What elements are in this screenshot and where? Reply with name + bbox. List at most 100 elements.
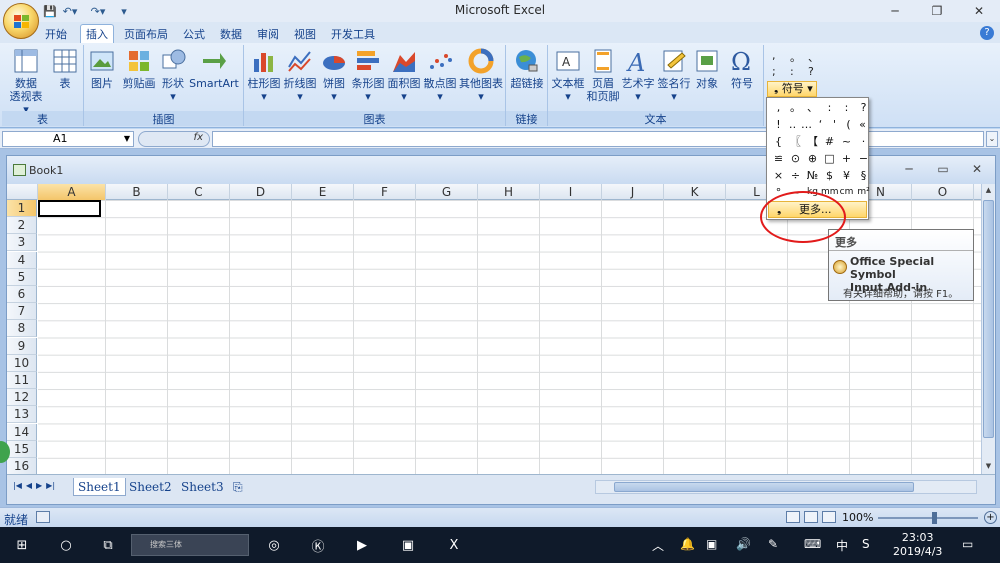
symbol-cell[interactable]: × xyxy=(770,167,787,184)
row-header-10[interactable]: 10 xyxy=(7,354,37,372)
symbol-cell[interactable]: ⊕ xyxy=(804,150,821,167)
column-header-J[interactable]: J xyxy=(602,184,664,200)
sheet-tab-1[interactable]: Sheet1 xyxy=(73,478,126,496)
symbol-cell[interactable]: − xyxy=(855,150,872,167)
sogou-icon[interactable]: S xyxy=(862,537,870,551)
camera-icon[interactable]: ▣ xyxy=(706,537,717,551)
symbol-cell[interactable]: § xyxy=(855,167,872,184)
column-header-I[interactable]: I xyxy=(540,184,602,200)
symbol-cell[interactable]: + xyxy=(838,150,855,167)
symbol-cell[interactable]: $ xyxy=(821,167,838,184)
kugou-icon[interactable]: Ⓚ xyxy=(308,535,328,555)
macro-record-icon[interactable] xyxy=(36,511,50,523)
horizontal-scroll-thumb[interactable] xyxy=(614,482,914,492)
special-symbol-dropdown-button[interactable]: ❟ 符号 ▾ xyxy=(767,81,817,97)
tab-7[interactable]: 开发工具 xyxy=(325,24,381,43)
signature-line-button[interactable]: 签名行 ▾ xyxy=(656,47,692,103)
last-sheet-icon[interactable]: ▶| xyxy=(46,481,55,490)
symbol-cell[interactable]: « xyxy=(854,116,871,133)
office-button[interactable] xyxy=(3,3,39,39)
symbol-mini-item[interactable]: ? xyxy=(808,65,814,78)
pen-icon[interactable]: ✎ xyxy=(768,537,778,551)
clipart-button[interactable]: 剪贴画 xyxy=(120,47,158,90)
insert-function-button[interactable]: fx xyxy=(138,131,210,147)
zoom-level[interactable]: 100% xyxy=(842,511,873,524)
active-cell[interactable] xyxy=(38,200,101,217)
row-header-8[interactable]: 8 xyxy=(7,320,37,338)
next-sheet-icon[interactable]: ▶ xyxy=(36,481,42,490)
tab-5[interactable]: 审阅 xyxy=(251,24,285,43)
column-header-E[interactable]: E xyxy=(292,184,354,200)
notification-bell-icon[interactable]: 🔔 xyxy=(680,537,695,551)
tab-4[interactable]: 数据 xyxy=(214,24,248,43)
symbol-cell[interactable]: ⊙ xyxy=(787,150,804,167)
symbol-cell[interactable]: ¥ xyxy=(838,167,855,184)
symbol-mini-item[interactable]: ; xyxy=(772,65,776,78)
smartart-button[interactable]: SmartArt xyxy=(188,47,240,90)
row-header-2[interactable]: 2 xyxy=(7,217,37,235)
row-header-7[interactable]: 7 xyxy=(7,303,37,321)
action-center-icon[interactable]: ▭ xyxy=(962,537,973,551)
column-header-B[interactable]: B xyxy=(106,184,168,200)
pivot-table-button[interactable]: 数据 透视表 ▾ xyxy=(6,47,46,116)
symbol-cell[interactable]: m² xyxy=(855,184,872,201)
scroll-up-icon[interactable]: ▲ xyxy=(983,186,994,198)
header-footer-button[interactable]: 页眉 和页脚 xyxy=(586,47,620,103)
row-header-3[interactable]: 3 xyxy=(7,234,37,252)
area-chart-button[interactable]: 面积图 ▾ xyxy=(386,47,422,103)
symbol-cell[interactable]: · xyxy=(855,133,872,150)
symbol-mini-item[interactable]: : xyxy=(790,65,794,78)
other-charts-button[interactable]: 其他图表 ▾ xyxy=(458,47,504,103)
prev-sheet-icon[interactable]: ◀ xyxy=(26,481,32,490)
close-icon[interactable]: ✕ xyxy=(965,162,989,176)
column-header-D[interactable]: D xyxy=(230,184,292,200)
symbol-cell[interactable]: 〖 xyxy=(787,133,804,150)
browser-360-icon[interactable]: ◎ xyxy=(264,535,284,555)
page-layout-view-icon[interactable] xyxy=(804,511,818,523)
tab-6[interactable]: 视图 xyxy=(288,24,322,43)
column-header-K[interactable]: K xyxy=(664,184,726,200)
taskbar-clock[interactable]: 23:03 2019/4/3 xyxy=(893,531,942,559)
symbol-cell[interactable]: № xyxy=(804,167,821,184)
zoom-in-icon[interactable]: + xyxy=(984,511,997,524)
symbol-cell[interactable]: ÷ xyxy=(787,167,804,184)
tray-chevron-up-icon[interactable]: ︿ xyxy=(652,537,664,554)
minimize-icon[interactable]: ─ xyxy=(874,0,916,22)
pie-chart-button[interactable]: 饼图 ▾ xyxy=(318,47,350,103)
column-header-F[interactable]: F xyxy=(354,184,416,200)
scroll-down-icon[interactable]: ▼ xyxy=(983,462,994,474)
tab-1[interactable]: 插入 xyxy=(80,24,114,43)
symbol-cell[interactable]: 、 xyxy=(804,99,821,116)
sheet-tab-2[interactable]: Sheet2 xyxy=(125,478,176,496)
symbol-cell[interactable]: : xyxy=(821,99,838,116)
symbol-button[interactable]: Ω 符号 xyxy=(724,47,760,90)
symbol-cell[interactable]: ≌ xyxy=(770,150,787,167)
column-header-G[interactable]: G xyxy=(416,184,478,200)
tab-0[interactable]: 开始 xyxy=(36,24,76,43)
keyboard-icon[interactable]: ⌨ xyxy=(804,537,821,551)
row-header-1[interactable]: 1 xyxy=(7,200,37,217)
row-header-11[interactable]: 11 xyxy=(7,372,37,389)
tab-2[interactable]: 页面布局 xyxy=(118,24,174,43)
shapes-button[interactable]: 形状 ▾ xyxy=(160,47,186,103)
close-icon[interactable]: ✕ xyxy=(958,0,1000,22)
taskbar-search[interactable]: 搜索三体 xyxy=(131,534,249,556)
wordart-button[interactable]: A 艺术字 ▾ xyxy=(620,47,656,103)
picture-button[interactable]: 图片 xyxy=(86,47,118,90)
vertical-scrollbar[interactable]: ▲ ▼ xyxy=(981,184,995,476)
symbol-mini-item[interactable]: 、 xyxy=(808,49,819,65)
excel-taskbar-icon[interactable]: X xyxy=(444,535,464,555)
row-header-13[interactable]: 13 xyxy=(7,406,37,424)
maximize-icon[interactable]: ▭ xyxy=(931,162,955,176)
textbox-button[interactable]: A 文本框 ▾ xyxy=(550,47,586,103)
symbol-cell[interactable]: cm xyxy=(838,184,855,201)
tab-3[interactable]: 公式 xyxy=(177,24,211,43)
select-all-corner[interactable] xyxy=(7,184,38,200)
column-chart-button[interactable]: 柱形图 ▾ xyxy=(246,47,282,103)
row-header-9[interactable]: 9 xyxy=(7,337,37,355)
iqiyi-icon[interactable]: ▣ xyxy=(398,535,418,555)
row-header-16[interactable]: 16 xyxy=(7,458,37,475)
symbol-mini-item[interactable]: 。 xyxy=(790,49,801,65)
column-header-C[interactable]: C xyxy=(168,184,230,200)
column-header-A[interactable]: A xyxy=(38,184,106,200)
